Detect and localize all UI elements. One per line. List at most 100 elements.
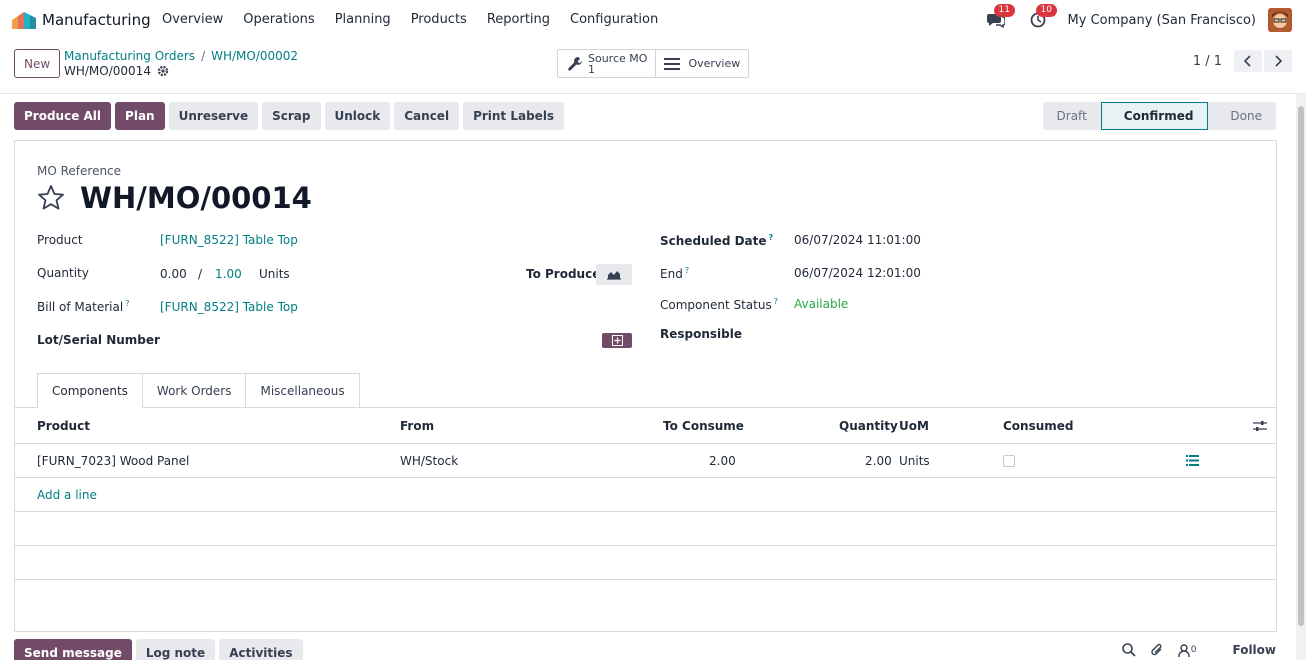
source-mo-count: 1 [588, 62, 595, 76]
product-field[interactable]: [FURN_8522] Table Top [160, 233, 298, 247]
scheduled-date-help-icon[interactable]: ? [769, 233, 774, 242]
to-produce-label: To Produce [526, 267, 601, 281]
activities-button[interactable]: 10 [1026, 4, 1057, 32]
end-date-field[interactable]: 06/07/2024 12:01:00 [794, 266, 921, 280]
column-product[interactable]: Product [37, 419, 90, 433]
manufacturing-app-icon[interactable] [12, 11, 36, 29]
component-status-label: Component Status? [660, 297, 778, 312]
row-consumed-checkbox[interactable] [1003, 455, 1015, 467]
attachments-button[interactable] [1150, 643, 1164, 657]
generate-lot-button[interactable] [602, 333, 632, 348]
breadcrumb-parent-mo[interactable]: WH/MO/00002 [211, 49, 298, 63]
send-message-button[interactable]: Send message [14, 639, 132, 660]
new-button[interactable]: New [14, 49, 61, 78]
tab-miscellaneous[interactable]: Miscellaneous [245, 373, 360, 407]
scrollbar-thumb[interactable] [1298, 106, 1304, 626]
record-name: WH/MO/00014 [64, 64, 151, 78]
unlock-button[interactable]: Unlock [324, 102, 391, 130]
scrap-button[interactable]: Scrap [262, 102, 321, 130]
stage-done[interactable]: Done [1208, 102, 1276, 130]
followers-button[interactable]: 0 [1178, 643, 1196, 657]
table-row[interactable]: [FURN_7023] Wood Panel WH/Stock 2.00 2.0… [15, 444, 1276, 478]
column-to-consume[interactable]: To Consume [663, 419, 744, 433]
chatter-buttons: Send message Log note Activities [14, 639, 303, 660]
user-avatar[interactable] [1268, 8, 1292, 32]
notebook-tabs: Components Work Orders Miscellaneous [37, 373, 360, 408]
detailed-operations-icon[interactable] [1186, 455, 1199, 466]
overview-button[interactable]: Overview [655, 50, 748, 77]
column-uom[interactable]: UoM [899, 419, 929, 433]
plan-button[interactable]: Plan [115, 102, 165, 130]
user-icon [1178, 643, 1190, 657]
tab-work-orders[interactable]: Work Orders [141, 373, 247, 407]
stage-draft[interactable]: Draft [1042, 102, 1101, 130]
forecast-graph-button[interactable] [596, 264, 632, 285]
row-quantity[interactable]: 2.00 [865, 454, 892, 468]
messages-button[interactable]: 11 [984, 4, 1015, 32]
component-status-value: Available [794, 297, 849, 311]
chevron-right-icon [1275, 55, 1282, 67]
menu-overview[interactable]: Overview [162, 12, 223, 27]
cancel-button[interactable]: Cancel [394, 102, 460, 130]
menu-operations[interactable]: Operations [243, 12, 314, 27]
plus-square-icon [611, 335, 623, 346]
page-scrollbar[interactable] [1296, 94, 1306, 660]
component-status-help-icon[interactable]: ? [774, 297, 778, 306]
quantity-separator: / [198, 267, 203, 281]
user-avatar-icon [1268, 8, 1292, 32]
tab-components[interactable]: Components [37, 373, 143, 408]
quantity-produced[interactable]: 0.00 [160, 267, 187, 281]
star-icon[interactable] [37, 184, 65, 212]
unreserve-button[interactable]: Unreserve [168, 102, 259, 130]
bom-label-text: Bill of Material [37, 300, 124, 314]
column-settings-icon[interactable] [1253, 420, 1267, 432]
navbar-systray: 11 10 My Company (San Francisco) [984, 4, 1292, 33]
scheduled-date-field[interactable]: 06/07/2024 11:01:00 [794, 233, 921, 247]
menu-planning[interactable]: Planning [335, 12, 391, 27]
scheduled-date-label: Scheduled Date? [660, 233, 773, 248]
menu-reporting[interactable]: Reporting [487, 12, 550, 27]
search-messages-button[interactable] [1121, 643, 1136, 657]
bom-field[interactable]: [FURN_8522] Table Top [160, 300, 298, 314]
follow-button[interactable]: Follow [1232, 643, 1276, 657]
add-a-line-link[interactable]: Add a line [37, 488, 97, 502]
row-uom[interactable]: Units [899, 454, 930, 468]
print-labels-button[interactable]: Print Labels [463, 102, 565, 130]
menu-configuration[interactable]: Configuration [570, 12, 658, 27]
pager-previous-button[interactable] [1234, 50, 1262, 72]
column-from[interactable]: From [400, 419, 434, 433]
bom-help-icon[interactable]: ? [125, 299, 129, 308]
scheduled-date-label-text: Scheduled Date [660, 234, 767, 248]
gear-icon[interactable] [157, 65, 169, 77]
company-switcher[interactable]: My Company (San Francisco) [1068, 13, 1256, 28]
source-mo-button[interactable]: Source MO 1 [558, 50, 655, 77]
produce-all-button[interactable]: Produce All [14, 102, 112, 130]
source-mo-label: Source MO [588, 51, 648, 65]
quantity-target[interactable]: 1.00 [215, 267, 242, 281]
activities-button[interactable]: Activities [219, 639, 303, 660]
search-icon [1121, 643, 1136, 657]
app-name[interactable]: Manufacturing [42, 11, 151, 29]
pager-next-button[interactable] [1264, 50, 1292, 72]
area-chart-icon [607, 271, 621, 280]
column-consumed[interactable]: Consumed [1003, 419, 1074, 433]
column-quantity[interactable]: Quantity [839, 419, 898, 433]
chatter-topbar-right: 0 Follow [1108, 643, 1276, 657]
control-panel: New Manufacturing Orders / WH/MO/00002 WH/… [0, 40, 1306, 94]
end-help-icon[interactable]: ? [685, 266, 689, 275]
row-to-consume[interactable]: 2.00 [709, 454, 736, 468]
stage-confirmed[interactable]: Confirmed [1100, 102, 1209, 130]
log-note-button[interactable]: Log note [135, 639, 216, 660]
lot-serial-label: Lot/Serial Number [37, 333, 160, 347]
status-bar: Draft Confirmed Done [1042, 102, 1276, 130]
row-product[interactable]: [FURN_7023] Wood Panel [37, 454, 189, 468]
row-from[interactable]: WH/Stock [400, 454, 458, 468]
pager-value[interactable]: 1 / 1 [1193, 54, 1222, 69]
breadcrumb-manufacturing-orders[interactable]: Manufacturing Orders [64, 49, 195, 63]
pager: 1 / 1 [1193, 50, 1292, 72]
empty-row [15, 512, 1276, 546]
menu-products[interactable]: Products [411, 12, 467, 27]
list-bars-icon [664, 57, 681, 70]
breadcrumb: Manufacturing Orders / WH/MO/00002 [64, 49, 298, 63]
paperclip-icon [1151, 643, 1162, 656]
